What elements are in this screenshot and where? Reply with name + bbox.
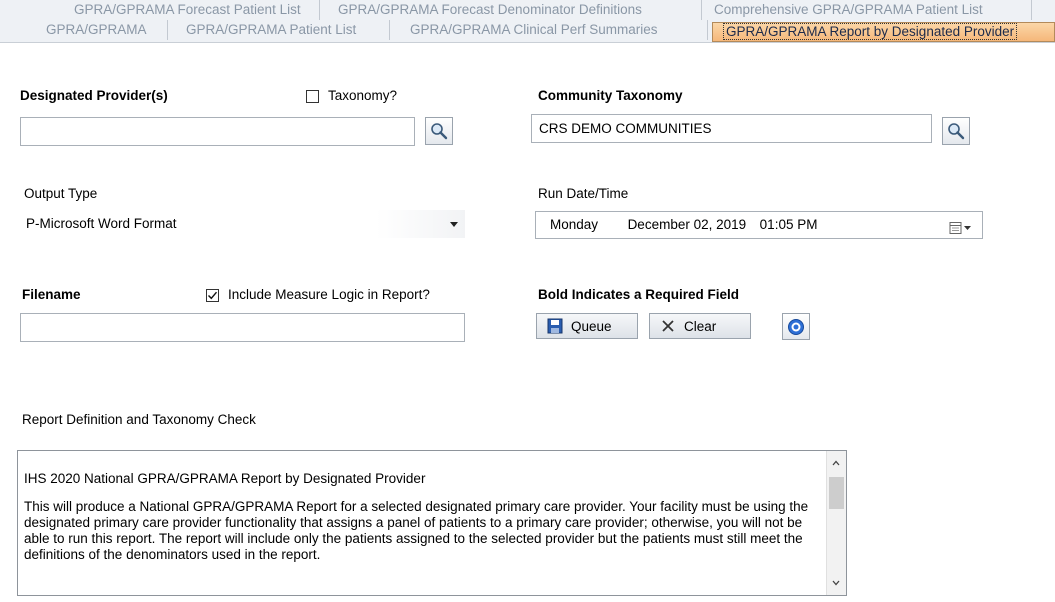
include-logic-checkbox[interactable]: [206, 289, 219, 302]
report-definition-label: Report Definition and Taxonomy Check: [22, 412, 256, 427]
designated-provider-input[interactable]: [20, 117, 415, 146]
calendar-dropdown-button[interactable]: [949, 218, 973, 238]
community-search-button[interactable]: [942, 117, 970, 145]
report-definition-textarea[interactable]: IHS 2020 National GPRA/GPRAMA Report by …: [17, 450, 847, 596]
tab-forecast-patient-list[interactable]: GPRA/GPRAMA Forecast Patient List: [64, 0, 320, 20]
taxonomy-checkbox-label: Taxonomy?: [328, 88, 398, 103]
required-field-note: Bold Indicates a Required Field: [538, 287, 740, 302]
chevron-down-icon[interactable]: [832, 579, 840, 587]
run-datetime-picker[interactable]: Monday December 02, 2019 01:05 PM: [535, 211, 983, 239]
help-icon: [788, 318, 804, 335]
run-time: 01:05 PM: [759, 217, 818, 232]
designated-provider-label: Designated Provider(s): [20, 88, 168, 103]
magnifier-icon: [431, 123, 448, 140]
clear-label: Clear: [684, 318, 717, 334]
tab-clinical-perf-summaries[interactable]: GPRA/GPRAMA Clinical Perf Summaries: [390, 20, 708, 40]
tab-strip: GPRA/GPRAMA Forecast Patient List GPRA/G…: [0, 0, 1055, 43]
run-day: Monday: [550, 217, 599, 232]
filename-label: Filename: [22, 287, 81, 302]
tab-comprehensive-patient-list[interactable]: Comprehensive GPRA/GPRAMA Patient List: [702, 0, 1032, 20]
save-icon: [547, 318, 563, 334]
community-taxonomy-input[interactable]: CRS DEMO COMMUNITIES: [531, 114, 932, 143]
chevron-down-icon: [450, 222, 458, 227]
active-tab-label: GPRA/GPRAMA Report by Designated Provide…: [723, 23, 1018, 40]
report-definition-body: This will produce a National GPRA/GPRAMA…: [24, 499, 809, 562]
tab-forecast-denominator-definitions[interactable]: GPRA/GPRAMA Forecast Denominator Definit…: [320, 0, 702, 20]
tab-gpra-patient-list[interactable]: GPRA/GPRAMA Patient List: [168, 20, 390, 40]
help-button[interactable]: [782, 313, 810, 340]
community-taxonomy-label: Community Taxonomy: [538, 88, 683, 103]
scroll-thumb[interactable]: [829, 477, 844, 509]
magnifier-icon: [948, 123, 965, 140]
check-icon: [208, 291, 218, 300]
output-type-select[interactable]: P-Microsoft Word Format: [20, 210, 465, 238]
output-type-value: P-Microsoft Word Format: [26, 216, 177, 231]
output-type-label: Output Type: [24, 186, 98, 201]
report-definition-title: IHS 2020 National GPRA/GPRAMA Report by …: [24, 471, 426, 486]
tab-row-2: GPRA/GPRAMA GPRA/GPRAMA Patient List GPR…: [0, 20, 1055, 42]
chevron-up-icon[interactable]: [832, 459, 840, 467]
include-logic-label: Include Measure Logic in Report?: [228, 287, 430, 302]
tab-gpra-gprama[interactable]: GPRA/GPRAMA: [34, 20, 168, 40]
tab-report-by-designated-provider[interactable]: GPRA/GPRAMA Report by Designated Provide…: [712, 22, 1055, 42]
taxonomy-checkbox[interactable]: [306, 90, 319, 103]
run-date: December 02, 2019: [627, 217, 747, 232]
filename-input[interactable]: [20, 313, 465, 342]
clear-button[interactable]: Clear: [649, 313, 751, 339]
textarea-scrollbar[interactable]: [826, 451, 846, 595]
queue-label: Queue: [571, 318, 612, 334]
x-icon: [662, 320, 674, 332]
tab-row-1: GPRA/GPRAMA Forecast Patient List GPRA/G…: [0, 0, 1055, 20]
queue-button[interactable]: Queue: [536, 313, 638, 339]
calendar-icon: [949, 222, 971, 234]
run-datetime-label: Run Date/Time: [538, 186, 629, 201]
report-definition-content: IHS 2020 National GPRA/GPRAMA Report by …: [24, 471, 824, 575]
provider-search-button[interactable]: [425, 117, 453, 145]
